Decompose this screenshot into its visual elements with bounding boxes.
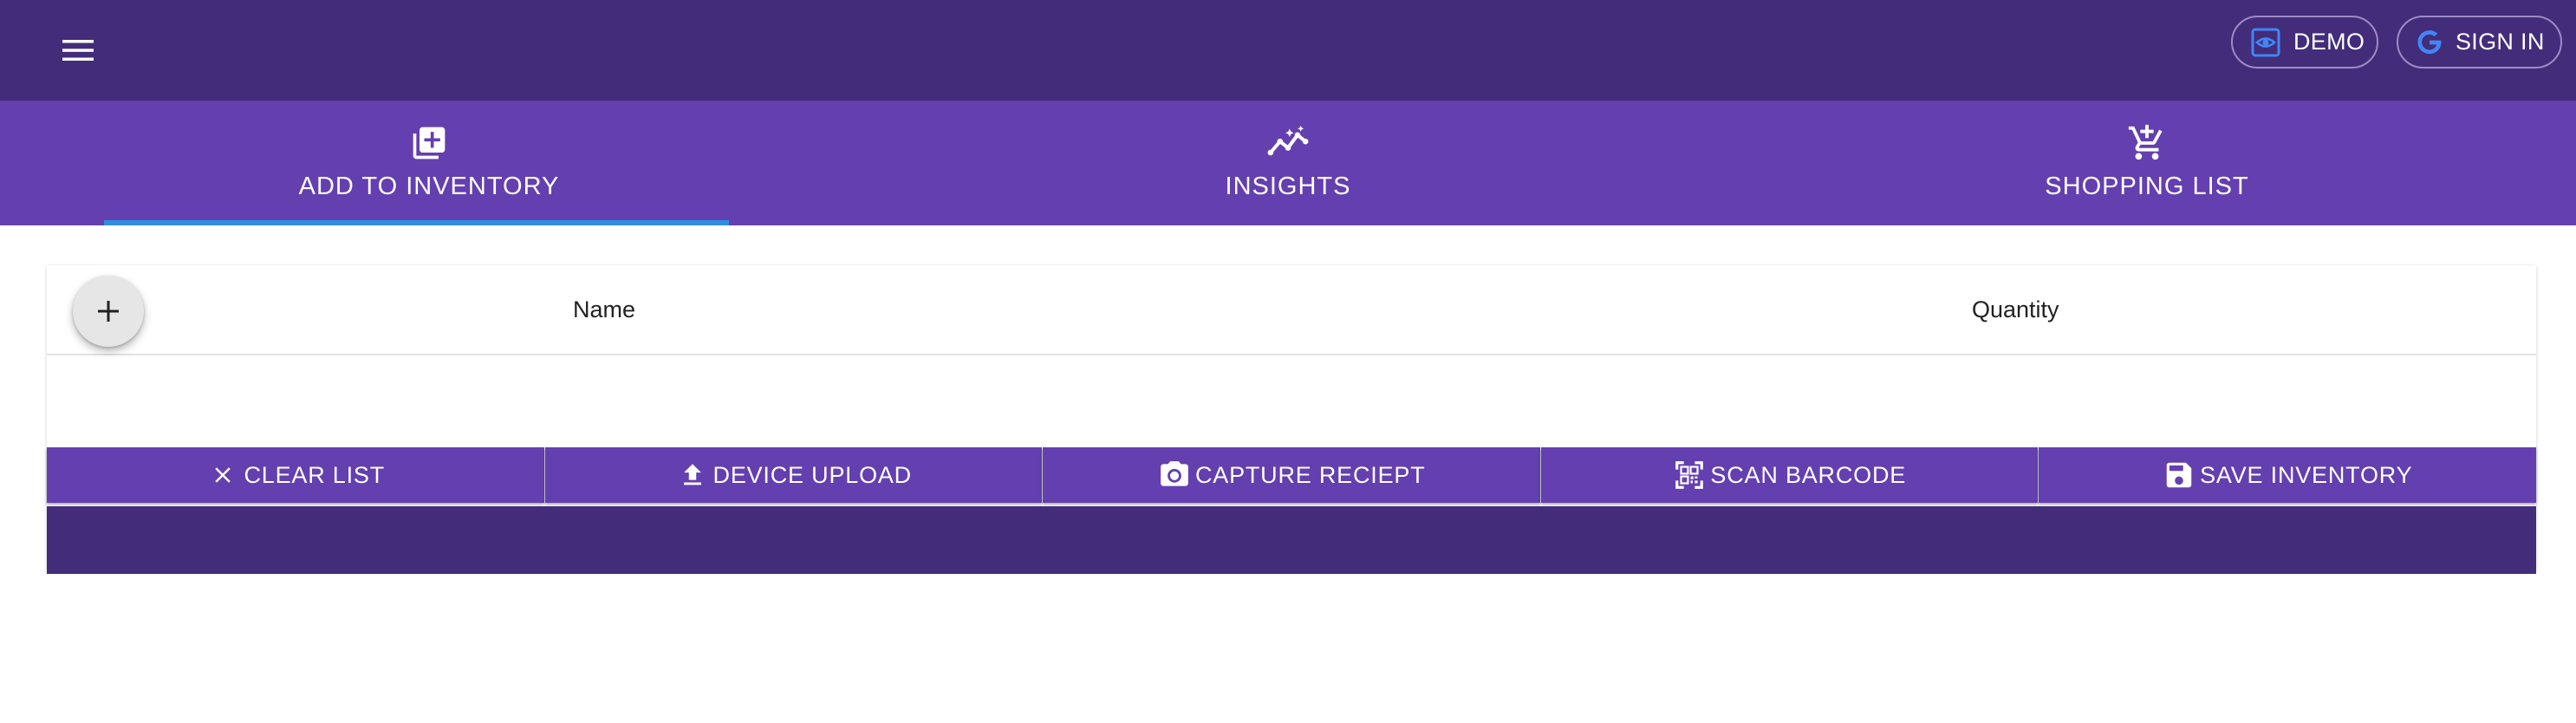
google-logo-icon <box>2414 27 2445 58</box>
close-icon <box>205 458 240 492</box>
camera-icon <box>1157 458 1192 492</box>
demo-button[interactable]: DEMO <box>2231 16 2378 68</box>
device-upload-label: DEVICE UPLOAD <box>712 461 912 488</box>
library-add-icon <box>408 122 450 164</box>
tab-insights[interactable]: INSIGHTS <box>859 101 1717 225</box>
column-header-name: Name <box>573 296 636 322</box>
qr-code-scanner-icon <box>1672 458 1707 492</box>
menu-button[interactable] <box>54 26 102 75</box>
scan-barcode-button[interactable]: SCAN BARCODE <box>1540 447 2038 503</box>
tab-label: INSIGHTS <box>1225 173 1351 200</box>
tab-shopping-list[interactable]: SHOPPING LIST <box>1718 101 2576 225</box>
scan-barcode-label: SCAN BARCODE <box>1710 461 1907 488</box>
clear-list-label: CLEAR LIST <box>244 461 386 488</box>
hamburger-menu-icon <box>62 40 94 61</box>
sign-in-label: SIGN IN <box>2456 29 2545 55</box>
tab-label: SHOPPING LIST <box>2045 173 2249 200</box>
add-item-button[interactable] <box>73 276 144 347</box>
save-inventory-label: SAVE INVENTORY <box>2200 461 2413 488</box>
tab-label: ADD TO INVENTORY <box>298 173 560 200</box>
tab-selected-indicator <box>104 220 729 225</box>
inventory-card: Name Quantity CLEAR LIST DEVICE UPLOAD C… <box>47 265 2536 574</box>
card-footer <box>47 506 2536 574</box>
table-header: Name Quantity <box>47 265 2536 355</box>
tab-bar: ADD TO INVENTORY INSIGHTS SHOPPING LIST <box>0 101 2576 225</box>
save-icon <box>2162 458 2196 492</box>
clear-list-button[interactable]: CLEAR LIST <box>47 447 544 503</box>
add-shopping-cart-icon <box>2126 122 2168 164</box>
tab-add-to-inventory[interactable]: ADD TO INVENTORY <box>0 101 858 225</box>
device-upload-button[interactable]: DEVICE UPLOAD <box>544 447 1042 503</box>
capture-receipt-button[interactable]: CAPTURE RECIEPT <box>1043 447 1540 503</box>
save-inventory-button[interactable]: SAVE INVENTORY <box>2039 447 2536 503</box>
plus-icon <box>98 301 119 322</box>
demo-label: DEMO <box>2293 29 2365 55</box>
capture-receipt-label: CAPTURE RECIEPT <box>1194 461 1426 488</box>
action-button-bar: CLEAR LIST DEVICE UPLOAD CAPTURE RECIEPT <box>47 447 2536 506</box>
app-bar: DEMO SIGN IN <box>0 0 2576 101</box>
column-header-quantity: Quantity <box>1972 296 2059 322</box>
upload-icon <box>675 458 710 492</box>
sign-in-button[interactable]: SIGN IN <box>2397 16 2562 68</box>
table-body <box>47 355 2536 447</box>
demo-eye-icon <box>2250 27 2281 58</box>
insights-icon <box>1267 122 1309 164</box>
